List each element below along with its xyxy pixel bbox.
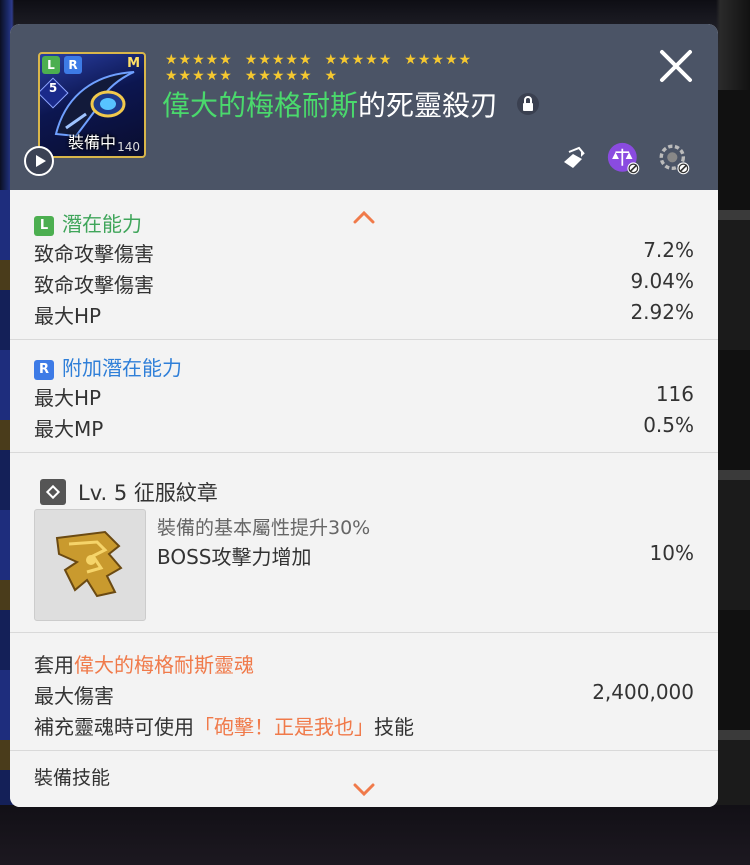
soul-stat-value: 2,400,000 — [592, 680, 694, 704]
potential-badge: L — [34, 216, 54, 236]
stat-value: 2.92% — [630, 300, 694, 324]
emblem-description: 裝備的基本屬性提升30% — [157, 517, 371, 539]
potential-row: 致命攻擊傷害 7.2% — [34, 238, 694, 266]
star-group: ★★★★★ — [244, 68, 313, 84]
emblem-stat-value: 10% — [649, 541, 694, 565]
emblem-stat-label: BOSS攻擊力增加 — [157, 545, 312, 569]
soul-skill-suffix: 技能 — [374, 715, 414, 739]
additional-row: 最大HP 116 — [34, 382, 694, 410]
stat-label: 致命攻擊傷害 — [34, 242, 154, 266]
star-force: ★★★★★ ★★★★★ ★★★★★ ★★★★★ ★★★★★ ★★★★★ ★ — [165, 52, 585, 84]
soul-applied-line: 套用偉大的梅格耐斯靈魂 — [34, 649, 254, 678]
stat-label: 最大MP — [34, 417, 104, 441]
soul-stat-label: 最大傷害 — [34, 684, 114, 708]
item-icon[interactable]: L R M 5 裝備中 140 — [38, 52, 146, 158]
soul-stat-row: 最大傷害 2,400,000 — [34, 680, 694, 709]
star-group: ★★★★★ — [244, 52, 313, 68]
additional-title-text: 附加潛在能力 — [62, 356, 182, 380]
star-group: ★★★★★ — [324, 52, 393, 68]
soul-prefix: 套用 — [34, 653, 74, 677]
soul-name: 偉大的梅格耐斯靈魂 — [74, 653, 254, 677]
stat-label: 最大HP — [34, 386, 102, 410]
stars-row-1: ★★★★★ ★★★★★ ★★★★★ ★★★★★ — [165, 52, 585, 68]
emblem-icon — [55, 530, 123, 598]
scale-icon[interactable] — [607, 142, 641, 176]
equip-skill-section: 裝備技能 — [10, 751, 718, 807]
star-group: ★★★★★ — [404, 52, 473, 68]
level-badge: 5 — [48, 81, 58, 95]
set-swap-icon[interactable] — [557, 142, 591, 176]
emblem-type-icon — [40, 479, 66, 505]
item-details-body[interactable]: L 潛在能力 致命攻擊傷害 7.2% 致命攻擊傷害 9.04% 最大HP 2.92… — [10, 190, 718, 807]
item-name-rest: 的死靈殺刃 — [358, 89, 499, 122]
stat-value: 116 — [655, 382, 694, 406]
potential-title-text: 潛在能力 — [62, 212, 142, 236]
chevron-down-icon[interactable] — [352, 783, 376, 797]
background-right-strip — [716, 90, 750, 830]
stat-value: 0.5% — [643, 413, 694, 437]
lock-icon[interactable] — [516, 92, 539, 116]
additional-badge: R — [34, 360, 54, 380]
item-level: 140 — [117, 140, 140, 154]
equip-skill-title: 裝備技能 — [34, 767, 111, 789]
grade-m-badge: M — [127, 56, 140, 71]
stars-row-2: ★★★★★ ★★★★★ ★ — [165, 68, 585, 84]
stat-value: 7.2% — [643, 238, 694, 262]
soul-skill-name: 「砲擊！正是我也」 — [194, 715, 374, 739]
item-name: 偉大的梅格耐斯的死靈殺刃 — [162, 84, 539, 124]
grade-r-badge: R — [64, 56, 82, 74]
soul-skill-line: 補充靈魂時可使用「砲擊！正是我也」技能 — [34, 711, 414, 740]
potential-section: L 潛在能力 致命攻擊傷害 7.2% 致命攻擊傷害 9.04% 最大HP 2.92… — [10, 190, 718, 340]
soul-skill-prefix: 補充靈魂時可使用 — [34, 715, 194, 739]
emblem-section: Lv. 5 征服紋章 裝備的基本屬性提升30% BOSS攻擊力增加 10% — [10, 453, 718, 633]
background-bottom — [0, 805, 750, 865]
grade-l-badge: L — [42, 56, 60, 74]
chevron-up-icon[interactable] — [352, 210, 376, 224]
potential-row: 最大HP 2.92% — [34, 300, 694, 328]
stat-value: 9.04% — [630, 269, 694, 293]
potential-title: L 潛在能力 — [34, 208, 142, 237]
emblem-icon-box[interactable] — [34, 509, 146, 621]
soul-section: 套用偉大的梅格耐斯靈魂 最大傷害 2,400,000 補充靈魂時可使用「砲擊！正… — [10, 633, 718, 751]
stat-label: 致命攻擊傷害 — [34, 273, 154, 297]
star-group: ★★★★★ — [165, 52, 233, 68]
additional-row: 最大MP 0.5% — [34, 413, 694, 441]
close-icon[interactable] — [656, 46, 696, 86]
emblem-title-text: Lv. 5 征服紋章 — [78, 481, 218, 505]
stat-label: 最大HP — [34, 304, 102, 328]
star-group: ★ — [324, 68, 339, 84]
gear-icon[interactable] — [657, 142, 691, 176]
star-group: ★★★★★ — [165, 68, 233, 84]
item-name-highlight: 偉大的梅格耐斯 — [162, 89, 359, 122]
potential-row: 致命攻擊傷害 9.04% — [34, 269, 694, 297]
item-header: L R M 5 裝備中 140 ★★★★★ ★★★★★ ★★★★★ ★★★★★ ★★★… — [10, 24, 718, 190]
emblem-title: Lv. 5 征服紋章 — [40, 477, 218, 507]
additional-potential-section: R 附加潛在能力 最大HP 116 最大MP 0.5% — [10, 340, 718, 453]
item-detail-popup: L R M 5 裝備中 140 ★★★★★ ★★★★★ ★★★★★ ★★★★★ ★★★… — [10, 24, 718, 807]
additional-potential-title: R 附加潛在能力 — [34, 352, 182, 381]
play-icon[interactable] — [24, 146, 54, 176]
